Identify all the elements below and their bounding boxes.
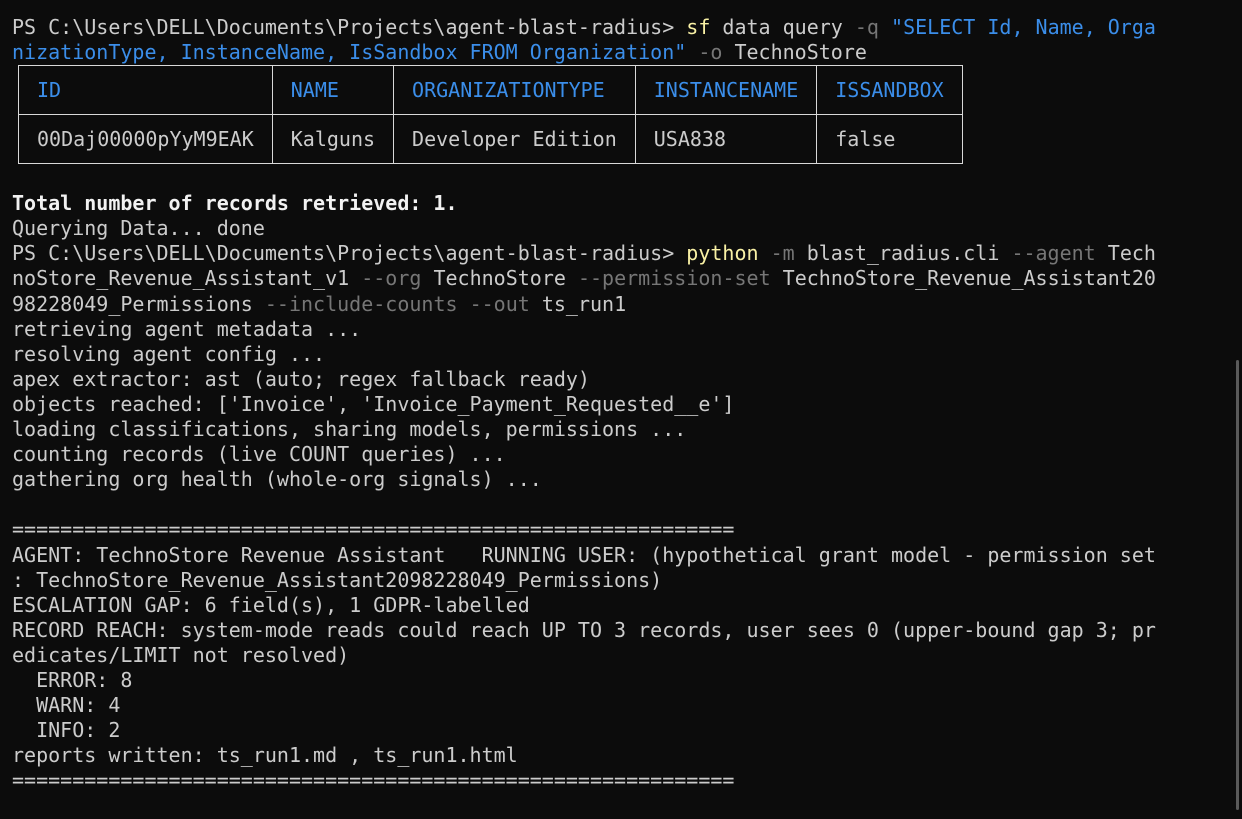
report-line: AGENT: TechnoStore Revenue Assistant RUN… [12,542,1156,567]
command-args: data query [710,15,855,39]
column-header-instancename: INSTANCENAME [634,65,818,116]
report-line: : TechnoStore_Revenue_Assistant209822804… [12,567,663,592]
prompt: PS C:\Users\DELL\Documents\Projects\agen… [12,241,687,266]
output-line: apex extractor: ast (auto; regex fallbac… [12,366,590,391]
query-result-table-wrap: ID NAME ORGANIZATIONTYPE INSTANCENAME IS… [18,65,1242,191]
column-header-name: NAME [271,65,395,116]
module-name: blast_radius.cli [794,241,1012,266]
report-line: ERROR: 8 [12,667,133,692]
output-line: retrieving agent metadata ... [12,316,362,341]
flag-out: --out [469,291,530,316]
flag-q: -q [854,15,879,39]
total-records-line: Total number of records retrieved: 1. [12,191,458,216]
query-result-table: ID NAME ORGANIZATIONTYPE INSTANCENAME IS… [18,65,963,165]
report-line: ESCALATION GAP: 6 field(s), 1 GDPR-label… [12,592,530,617]
command-line-wrap: noStore_Revenue_Assistant_v1 --org Techn… [12,266,1242,291]
querying-status-line: Querying Data... done [12,216,265,241]
output-line: gathering org health (whole-org signals)… [12,467,542,492]
report-line: edicates/LIMIT not resolved) [12,642,350,667]
target-org: TechnoStore [722,40,867,65]
flag-include-counts: --include-counts [264,291,458,316]
soql-string: "SELECT Id, Name, Orga [891,15,1156,39]
flag-m: -m [770,241,795,266]
output-line: loading classifications, sharing models,… [12,417,687,442]
table-header-row: ID NAME ORGANIZATIONTYPE INSTANCENAME IS… [18,65,963,116]
flag-permission-set: --permission-set [577,266,771,291]
command-line-sf-query: PS C:\Users\DELL\Documents\Projects\agen… [12,15,1242,40]
command-line-wrap: nizationType, InstanceName, IsSandbox FR… [12,40,1242,65]
soql-string-cont: nizationType, InstanceName, IsSandbox FR… [12,40,687,65]
column-header-organizationtype: ORGANIZATIONTYPE [393,65,636,116]
out-value: ts_run1 [529,291,627,316]
report-line: INFO: 2 [12,718,121,743]
separator-line: ========================================… [12,517,735,542]
report-line: reports written: ts_run1.md , ts_run1.ht… [12,743,518,768]
command-name: python [686,241,759,266]
cell-issandbox: false [816,114,963,165]
output-line: resolving agent config ... [12,341,326,366]
cell-name: Kalguns [271,114,395,165]
output-line: counting records (live COUNT queries) ..… [12,442,506,467]
output-line: objects reached: ['Invoice', 'Invoice_Pa… [12,391,735,416]
prompt: PS C:\Users\DELL\Documents\Projects\agen… [12,15,687,39]
org-value: TechnoStore [421,266,578,291]
flag-agent: --agent [1011,241,1096,266]
terminal-window[interactable]: PS C:\Users\DELL\Documents\Projects\agen… [0,0,1242,819]
flag-org: --org [361,266,422,291]
flag-o: -o [698,40,723,65]
scrollbar[interactable] [1236,360,1239,810]
command-name: sf [686,15,711,39]
command-line-python: PS C:\Users\DELL\Documents\Projects\agen… [12,241,1242,266]
command-line-wrap: 98228049_Permissions --include-counts --… [12,292,1242,317]
column-header-issandbox: ISSANDBOX [816,65,963,116]
separator-line: ========================================… [12,768,735,793]
report-line: RECORD REACH: system-mode reads could re… [12,617,1156,642]
cell-id: 00Daj00000pYyM9EAK [18,114,273,165]
column-header-id: ID [18,65,273,116]
permission-set-value: TechnoStore_Revenue_Assistant20 [770,266,1156,291]
agent-value-cont: noStore_Revenue_Assistant_v1 [12,266,362,291]
report-line: WARN: 4 [12,693,121,718]
cell-instancename: USA838 [634,114,818,165]
table-row: 00Daj00000pYyM9EAK Kalguns Developer Edi… [18,114,963,165]
agent-value: Tech [1095,241,1156,266]
cell-organizationtype: Developer Edition [393,114,636,165]
permission-set-value-cont: 98228049_Permissions [12,291,265,316]
